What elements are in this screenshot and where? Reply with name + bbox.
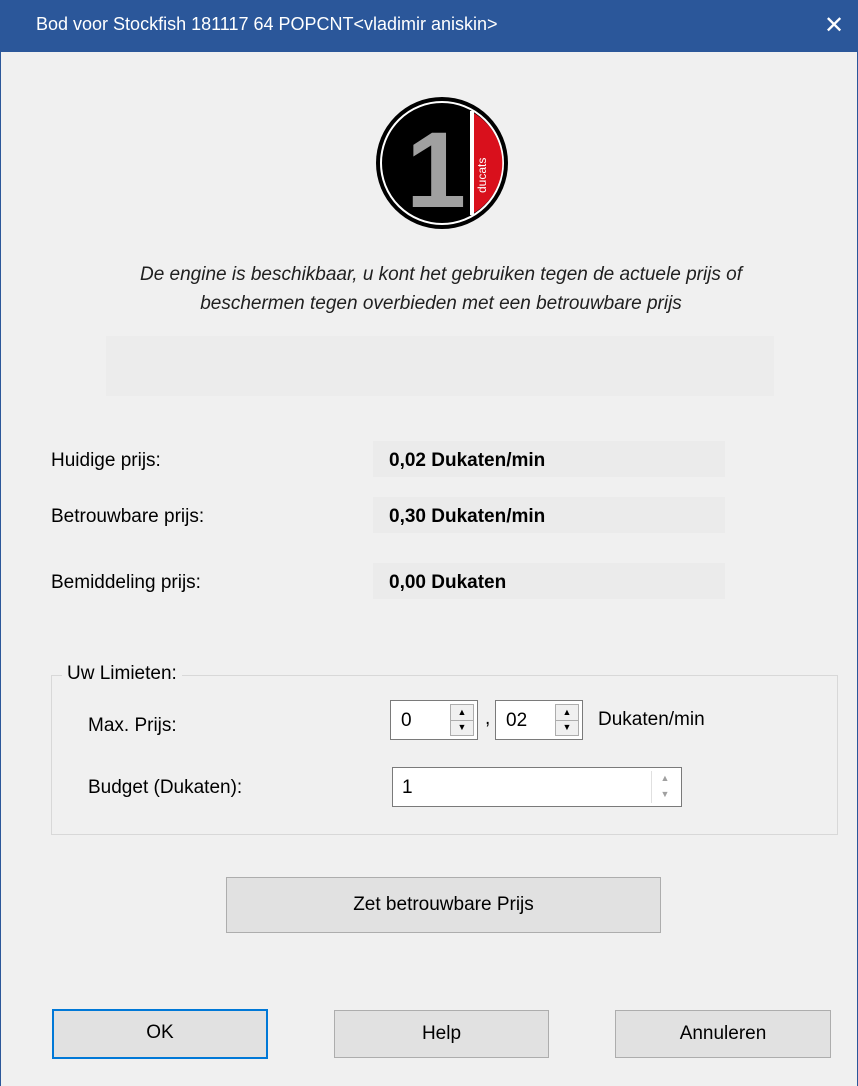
- spin-up-icon[interactable]: ▲: [652, 771, 678, 786]
- budget-value[interactable]: 1: [402, 777, 413, 799]
- close-icon[interactable]: ✕: [809, 0, 858, 52]
- budget-label: Budget (Dukaten):: [88, 777, 243, 798]
- current-price-label: Huidige prijs:: [51, 450, 161, 471]
- max-price-unit: Dukaten/min: [598, 709, 705, 730]
- dialog-window: Bod voor Stockfish 181117 64 POPCNT<vlad…: [0, 0, 858, 1086]
- spin-up-icon[interactable]: ▲: [451, 705, 473, 721]
- spin-up-icon[interactable]: ▲: [556, 705, 578, 721]
- cancel-button[interactable]: Annuleren: [615, 1010, 831, 1058]
- max-price-fraction-value[interactable]: 02: [506, 710, 527, 732]
- title-bar[interactable]: Bod voor Stockfish 181117 64 POPCNT<vlad…: [1, 0, 858, 52]
- max-price-whole-spin-buttons[interactable]: ▲ ▼: [450, 704, 474, 736]
- reliable-price-label: Betrouwbare prijs:: [51, 506, 205, 527]
- ok-button[interactable]: OK: [52, 1009, 268, 1059]
- mediation-price-value: 0,00 Dukaten: [389, 572, 507, 593]
- max-price-fraction-spinner[interactable]: 02 ▲ ▼: [495, 700, 583, 740]
- limits-group-title: Uw Limieten:: [62, 663, 182, 685]
- ducats-logo: 1 ducats: [376, 97, 508, 230]
- limits-group: [51, 675, 838, 835]
- mediation-price-label: Bemiddeling prijs:: [51, 572, 201, 593]
- reliable-price-value: 0,30 Dukaten/min: [389, 506, 546, 527]
- logo-number: 1: [406, 109, 466, 230]
- max-price-whole-value[interactable]: 0: [401, 710, 412, 732]
- current-price-value: 0,02 Dukaten/min: [389, 450, 546, 471]
- max-price-fraction-spin-buttons[interactable]: ▲ ▼: [555, 704, 579, 736]
- max-price-label: Max. Prijs:: [88, 715, 177, 736]
- help-button[interactable]: Help: [334, 1010, 549, 1058]
- description-panel: [106, 336, 774, 396]
- spin-down-icon[interactable]: ▼: [652, 787, 678, 802]
- set-reliable-price-button[interactable]: Zet betrouwbare Prijs: [226, 877, 661, 933]
- budget-spin-buttons[interactable]: ▲ ▼: [651, 771, 678, 803]
- spin-down-icon[interactable]: ▼: [556, 720, 578, 735]
- decimal-separator: ,: [485, 708, 491, 729]
- logo-text: ducats: [475, 158, 489, 193]
- budget-input[interactable]: 1 ▲ ▼: [392, 767, 682, 807]
- availability-description: De engine is beschikbaar, u kont het geb…: [139, 264, 743, 314]
- max-price-whole-spinner[interactable]: 0 ▲ ▼: [390, 700, 478, 740]
- window-title: Bod voor Stockfish 181117 64 POPCNT<vlad…: [36, 14, 498, 34]
- spin-down-icon[interactable]: ▼: [451, 720, 473, 735]
